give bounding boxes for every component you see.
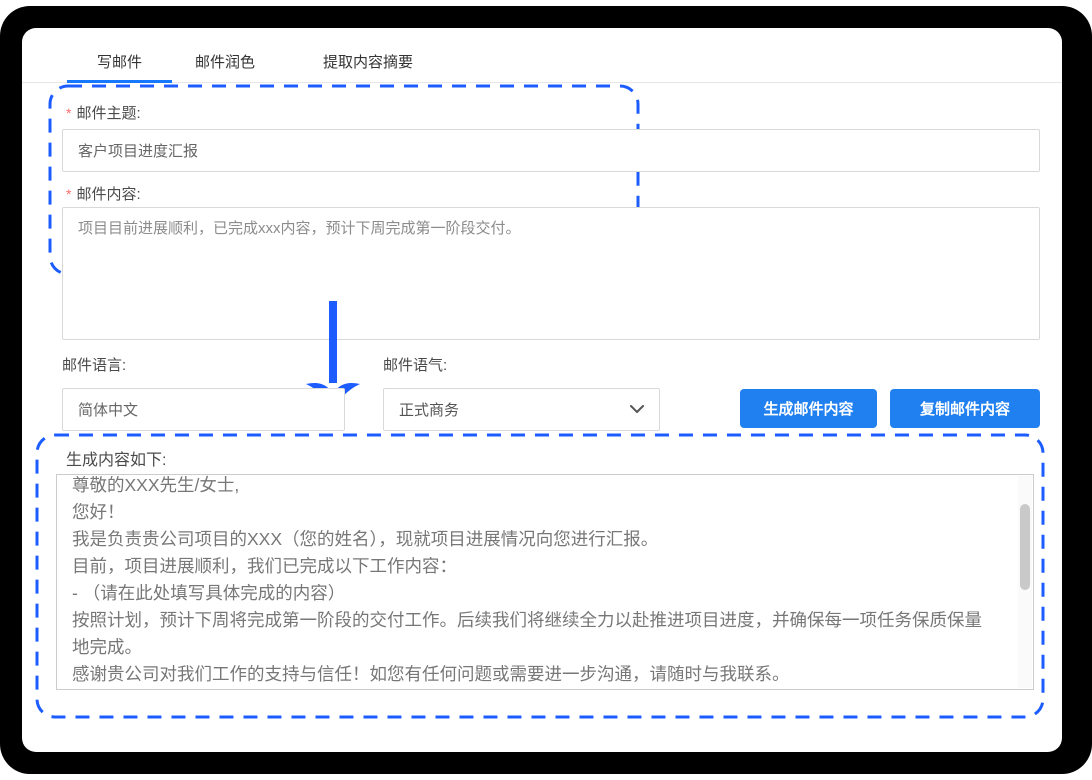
subject-input[interactable] [62, 129, 1040, 172]
generated-content-text: 尊敬的XXX先生/女士, 您好！ 我是负责贵公司项目的XXX（您的姓名），现就项… [57, 474, 1033, 688]
tab-extract-summary[interactable]: 提取内容摘要 [278, 40, 458, 82]
output-line: 目前，项目进展顺利，我们已完成以下工作内容： [72, 553, 988, 580]
required-asterisk: * [66, 105, 71, 121]
subject-label: *邮件主题: [66, 102, 141, 123]
tone-selected-value: 正式商务 [399, 399, 459, 420]
tab-label: 邮件润色 [195, 51, 255, 72]
language-label: 邮件语言: [62, 354, 126, 375]
tone-select[interactable]: 正式商务 [383, 388, 660, 431]
output-line: 我是负责贵公司项目的XXX（您的姓名），现就项目进展情况向您进行汇报。 [72, 526, 988, 553]
chevron-down-icon [630, 405, 644, 414]
scrollbar-thumb[interactable] [1020, 504, 1030, 590]
screenshot-canvas: 写邮件 邮件润色 提取内容摘要 *邮件主题: *邮件内容: 项目目前进展顺利，已… [0, 0, 1092, 780]
tab-email-polish[interactable]: 邮件润色 [172, 40, 278, 82]
required-asterisk: * [66, 186, 71, 202]
output-line: 您好！ [72, 499, 988, 526]
tab-label: 写邮件 [97, 51, 142, 72]
generated-content-box[interactable]: 尊敬的XXX先生/女士, 您好！ 我是负责贵公司项目的XXX（您的姓名），现就项… [56, 474, 1034, 690]
language-input[interactable] [62, 388, 345, 431]
output-line: - （请在此处填写具体完成的内容） [72, 580, 988, 607]
tab-write-email[interactable]: 写邮件 [67, 40, 172, 82]
generate-email-button[interactable]: 生成邮件内容 [740, 389, 877, 428]
output-line: 感谢贵公司对我们工作的支持与信任！如您有任何问题或需要进一步沟通，请随时与我联系… [72, 661, 988, 688]
output-label: 生成内容如下: [66, 446, 166, 470]
content-label: *邮件内容: [66, 183, 141, 204]
tab-label: 提取内容摘要 [323, 51, 413, 72]
copy-email-button[interactable]: 复制邮件内容 [890, 389, 1040, 428]
content-textarea[interactable]: 项目目前进展顺利，已完成xxx内容，预计下周完成第一阶段交付。 [62, 207, 1040, 340]
tone-label: 邮件语气: [383, 354, 447, 375]
output-line: 尊敬的XXX先生/女士, [72, 474, 988, 499]
tab-bar: 写邮件 邮件润色 提取内容摘要 [22, 40, 1062, 83]
output-line: 按照计划，预计下周将完成第一阶段的交付工作。后续我们将继续全力以赴推进项目进度，… [72, 607, 988, 661]
scrollbar-track[interactable] [1018, 476, 1032, 688]
